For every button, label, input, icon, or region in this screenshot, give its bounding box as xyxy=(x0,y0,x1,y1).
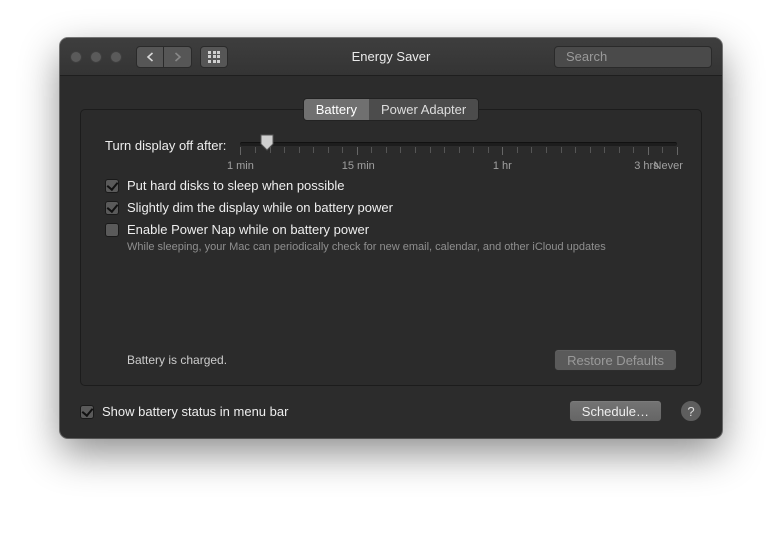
option-power-nap[interactable]: Enable Power Nap while on battery power xyxy=(105,222,677,237)
chevron-right-icon xyxy=(173,52,182,62)
tab-battery[interactable]: Battery xyxy=(304,99,369,120)
option-dim-display[interactable]: Slightly dim the display while on batter… xyxy=(105,200,677,215)
checkbox-icon xyxy=(105,223,119,237)
close-window-button[interactable] xyxy=(70,51,82,63)
show-battery-status[interactable]: Show battery status in menu bar xyxy=(80,404,288,419)
option-label: Show battery status in menu bar xyxy=(102,404,288,419)
checkbox-icon xyxy=(105,179,119,193)
option-label: Slightly dim the display while on batter… xyxy=(127,200,393,215)
content: Battery Power Adapter Turn display off a… xyxy=(60,76,722,438)
checkbox-icon xyxy=(80,405,94,419)
display-sleep-slider[interactable]: 1 min 15 min 1 hr 3 hrs Never xyxy=(240,138,677,160)
tick-never: Never xyxy=(654,160,683,172)
titlebar: Energy Saver xyxy=(60,38,722,76)
zoom-window-button[interactable] xyxy=(110,51,122,63)
grid-icon xyxy=(208,51,220,63)
tab-bar: Battery Power Adapter xyxy=(80,98,702,121)
forward-button[interactable] xyxy=(164,46,192,68)
preferences-window: Energy Saver Battery Power Adapter Turn … xyxy=(60,38,722,438)
slider-thumb[interactable] xyxy=(260,134,274,151)
footer: Show battery status in menu bar Schedule… xyxy=(80,400,702,422)
option-label: Put hard disks to sleep when possible xyxy=(127,178,345,193)
power-nap-hint: While sleeping, your Mac can periodicall… xyxy=(127,241,677,253)
display-sleep-row: Turn display off after: 1 min 15 min 1 h… xyxy=(105,138,677,160)
search-input[interactable] xyxy=(566,49,722,64)
settings-panel: Turn display off after: 1 min 15 min 1 h… xyxy=(80,109,702,386)
option-label: Enable Power Nap while on battery power xyxy=(127,222,369,237)
back-button[interactable] xyxy=(136,46,164,68)
show-all-button[interactable] xyxy=(200,46,228,68)
tick-1hr: 1 hr xyxy=(493,160,512,172)
battery-status-text: Battery is charged. xyxy=(105,353,227,367)
tick-15min: 15 min xyxy=(342,160,375,172)
nav-group xyxy=(136,46,192,68)
restore-defaults-button[interactable]: Restore Defaults xyxy=(554,349,677,371)
tick-1min: 1 min xyxy=(227,160,254,172)
minimize-window-button[interactable] xyxy=(90,51,102,63)
schedule-button[interactable]: Schedule… xyxy=(569,400,662,422)
checkbox-icon xyxy=(105,201,119,215)
display-sleep-label: Turn display off after: xyxy=(105,138,226,153)
options-list: Put hard disks to sleep when possible Sl… xyxy=(105,178,677,253)
chevron-left-icon xyxy=(146,52,155,62)
help-icon: ? xyxy=(687,404,694,419)
help-button[interactable]: ? xyxy=(680,400,702,422)
search-field[interactable] xyxy=(554,46,712,68)
traffic-lights xyxy=(70,51,122,63)
tab-power-adapter[interactable]: Power Adapter xyxy=(369,99,478,120)
option-hard-disks[interactable]: Put hard disks to sleep when possible xyxy=(105,178,677,193)
